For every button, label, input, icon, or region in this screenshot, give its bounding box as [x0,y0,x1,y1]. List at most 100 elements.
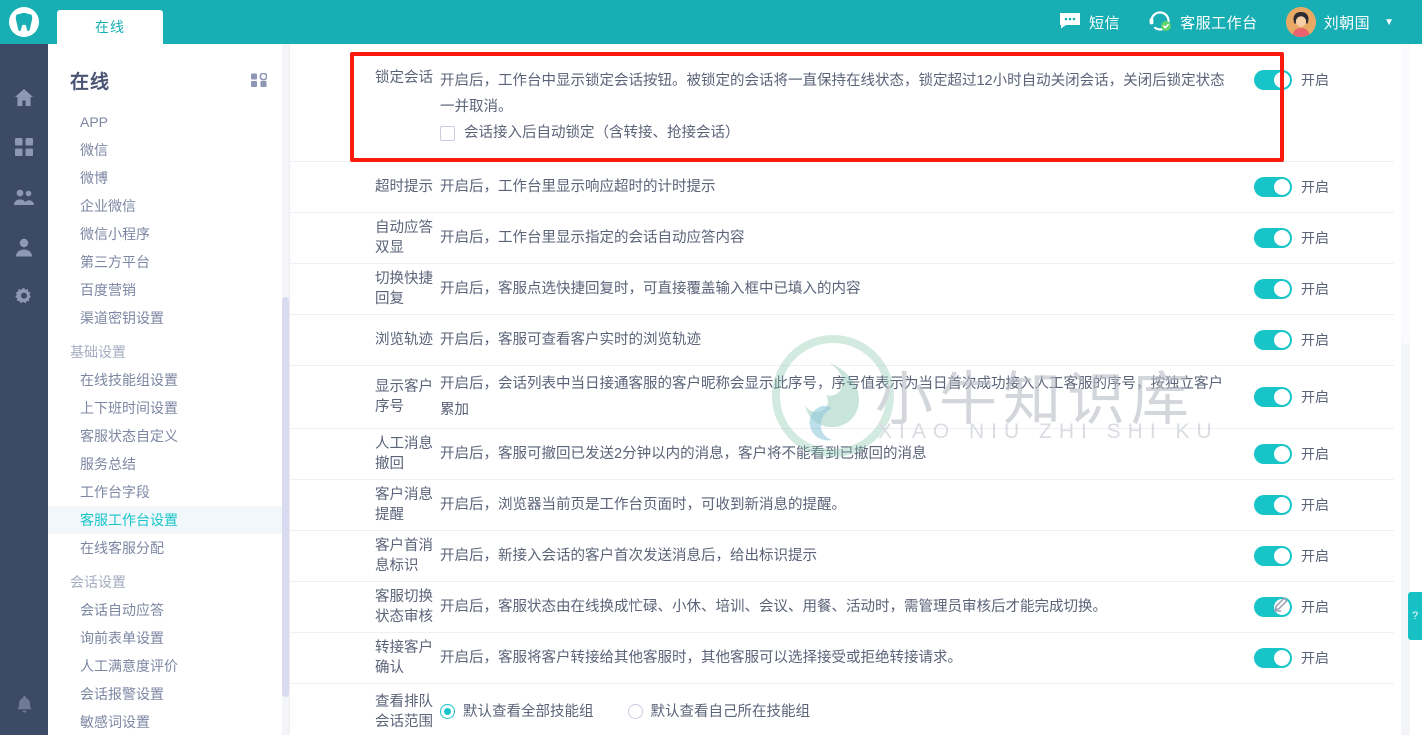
setting-toggle[interactable] [1254,648,1292,668]
setting-description-wrap: 开启后，新接入会话的客户首次发送消息后，给出标识提示 [440,543,1254,569]
rail-item-users[interactable] [0,172,48,222]
auto-lock-checkbox[interactable] [440,125,455,141]
setting-label: 浏览轨迹 [375,332,433,348]
setting-description-wrap: 开启后，工作台里显示响应超时的计时提示 [440,174,1254,200]
sidebar-item[interactable]: 微信 [48,136,289,164]
sidebar-item[interactable]: 服务总结 [48,450,289,478]
sidebar-item[interactable]: 在线技能组设置 [48,366,289,394]
grid-toggle-icon[interactable] [251,73,267,87]
setting-description: 开启后，工作台中显示锁定会话按钮。被锁定的会话将一直保持在线状态，锁定超过12小… [440,73,1225,115]
sidebar-item[interactable]: 在线客服分配 [48,534,289,562]
setting-description-wrap: 开启后，客服将客户转接给其他客服时，其他客服可以选择接受或拒绝转接请求。 [440,645,1254,671]
setting-radio-group: 默认查看全部技能组 默认查看自己所在技能组 [440,699,1236,725]
sidebar-item[interactable]: 渠道密钥设置 [48,304,289,332]
setting-toggle[interactable] [1254,546,1292,566]
rail-item-user[interactable] [0,222,48,272]
toggle-state-label: 开启 [1301,332,1329,348]
setting-toggle[interactable] [1254,70,1292,90]
setting-control: 开启 [1254,387,1394,407]
toggle-knob [1274,72,1290,88]
setting-toggle[interactable] [1254,279,1292,299]
toggle-knob [1274,230,1290,246]
sidebar-scrollbar-thumb[interactable] [282,297,289,697]
sidebar-item[interactable]: 第三方平台 [48,248,289,276]
setting-description: 开启后，客服可撤回已发送2分钟以内的消息，客户将不能看到已撤回的消息 [440,446,927,462]
sms-action[interactable]: 短信 [1045,12,1134,33]
setting-label: 客服切换状态审核 [375,589,433,625]
sidebar-item[interactable]: APP [48,108,289,136]
setting-toggle[interactable] [1254,387,1292,407]
setting-label: 自动应答双显 [375,220,433,256]
sidebar-item[interactable]: 人工满意度评价 [48,652,289,680]
setting-description-wrap: 开启后，工作台里显示指定的会话自动应答内容 [440,225,1254,251]
app-logo[interactable] [0,0,48,44]
toggle-state-label: 开启 [1301,230,1329,246]
sidebar-item[interactable]: 微信小程序 [48,220,289,248]
tab-online[interactable]: 在线 [57,10,163,44]
setting-row: 自动应答双显 开启后，工作台里显示指定的会话自动应答内容 开启 [290,213,1394,264]
toggle-state-label: 开启 [1301,389,1329,405]
setting-description: 开启后，浏览器当前页是工作台页面时，可收到新消息的提醒。 [440,497,846,513]
rail-item-apps[interactable] [0,122,48,172]
user-icon [15,238,33,257]
setting-row: 客户消息提醒 开启后，浏览器当前页是工作台页面时，可收到新消息的提醒。 开启 [290,480,1394,531]
setting-label: 客户消息提醒 [375,487,433,523]
secondary-sidebar: 在线 APP 微信 微博 企业微信 微信小程序 第三方平台 百度营销 渠道密钥设置基础设置在线… [48,44,290,735]
avatar [1285,7,1316,37]
sidebar-item[interactable]: 询前表单设置 [48,624,289,652]
bell-icon [16,695,33,714]
tab-online-label: 在线 [95,19,125,35]
setting-checkbox-row: 会话接入后自动锁定（含转接、抢接会话） [440,120,1236,148]
toggle-state-label: 开启 [1301,72,1329,88]
rail-item-home[interactable] [0,72,48,122]
toggle-state-label: 开启 [1301,599,1329,615]
setting-label: 客户首消息标识 [375,538,433,574]
sidebar-item[interactable]: 客服状态自定义 [48,422,289,450]
help-tab[interactable]: ? [1408,592,1422,640]
setting-row: 客服切换状态审核 开启后，客服状态由在线换成忙碌、小休、培训、会议、用餐、活动时，… [290,582,1394,633]
help-tab-label: ? [1411,610,1419,622]
setting-description-wrap: 开启后，浏览器当前页是工作台页面时，可收到新消息的提醒。 [440,492,1254,518]
main-scrollbar-thumb[interactable] [1401,44,1410,344]
toggle-state-label: 开启 [1301,281,1329,297]
radio-option[interactable]: 默认查看自己所在技能组 [627,699,810,725]
sidebar-group-label: 基础设置 [70,344,126,360]
sidebar-header: 在线 [48,60,289,100]
sms-label: 短信 [1089,14,1121,32]
sidebar-item[interactable]: 微博 [48,164,289,192]
workbench-action[interactable]: 客服工作台 [1134,8,1272,36]
setting-description-wrap: 开启后，客服可撤回已发送2分钟以内的消息，客户将不能看到已撤回的消息 [440,441,1254,467]
pencil-edit-icon[interactable] [1273,597,1288,617]
toggle-knob [1274,650,1290,666]
sidebar-item[interactable]: 上下班时间设置 [48,394,289,422]
setting-toggle[interactable] [1254,177,1292,197]
radio-option[interactable]: 默认查看全部技能组 [440,699,594,725]
setting-label: 人工消息撤回 [375,436,433,472]
sidebar-item[interactable]: 百度营销 [48,276,289,304]
tab-strip: 在线 [57,10,163,44]
sidebar-item[interactable]: 敏感词设置 [48,708,289,735]
sidebar-item[interactable]: 会话报警设置 [48,680,289,708]
sidebar-item[interactable]: 客服工作台设置 [48,506,289,534]
setting-label: 超时提示 [375,179,433,195]
setting-control: 开启 [1254,279,1394,299]
sidebar-item[interactable]: 企业微信 [48,192,289,220]
setting-control: 开启 [1254,495,1394,515]
setting-toggle[interactable] [1254,495,1292,515]
setting-description: 开启后，客服可查看客户实时的浏览轨迹 [440,332,701,348]
sidebar-item[interactable]: 会话自动应答 [48,596,289,624]
setting-description-wrap: 开启后，工作台中显示锁定会话按钮。被锁定的会话将一直保持在线状态，锁定超过12小… [440,68,1254,148]
setting-description: 开启后，工作台里显示指定的会话自动应答内容 [440,230,745,246]
users-icon [13,188,35,206]
setting-row: 切换快捷回复 开启后，客服点选快捷回复时，可直接覆盖输入框中已填入的内容 开启 [290,264,1394,315]
setting-description: 开启后，客服将客户转接给其他客服时，其他客服可以选择接受或拒绝转接请求。 [440,650,962,666]
sidebar-item[interactable]: 工作台字段 [48,478,289,506]
setting-toggle[interactable] [1254,330,1292,350]
setting-toggle[interactable] [1254,444,1292,464]
rail-item-notifications[interactable] [0,679,48,729]
setting-toggle[interactable] [1254,228,1292,248]
workbench-label: 客服工作台 [1180,14,1258,32]
user-menu[interactable]: 刘朝国 ▼ [1272,7,1408,37]
tooth-logo-icon [9,7,39,37]
rail-item-settings[interactable] [0,272,48,322]
